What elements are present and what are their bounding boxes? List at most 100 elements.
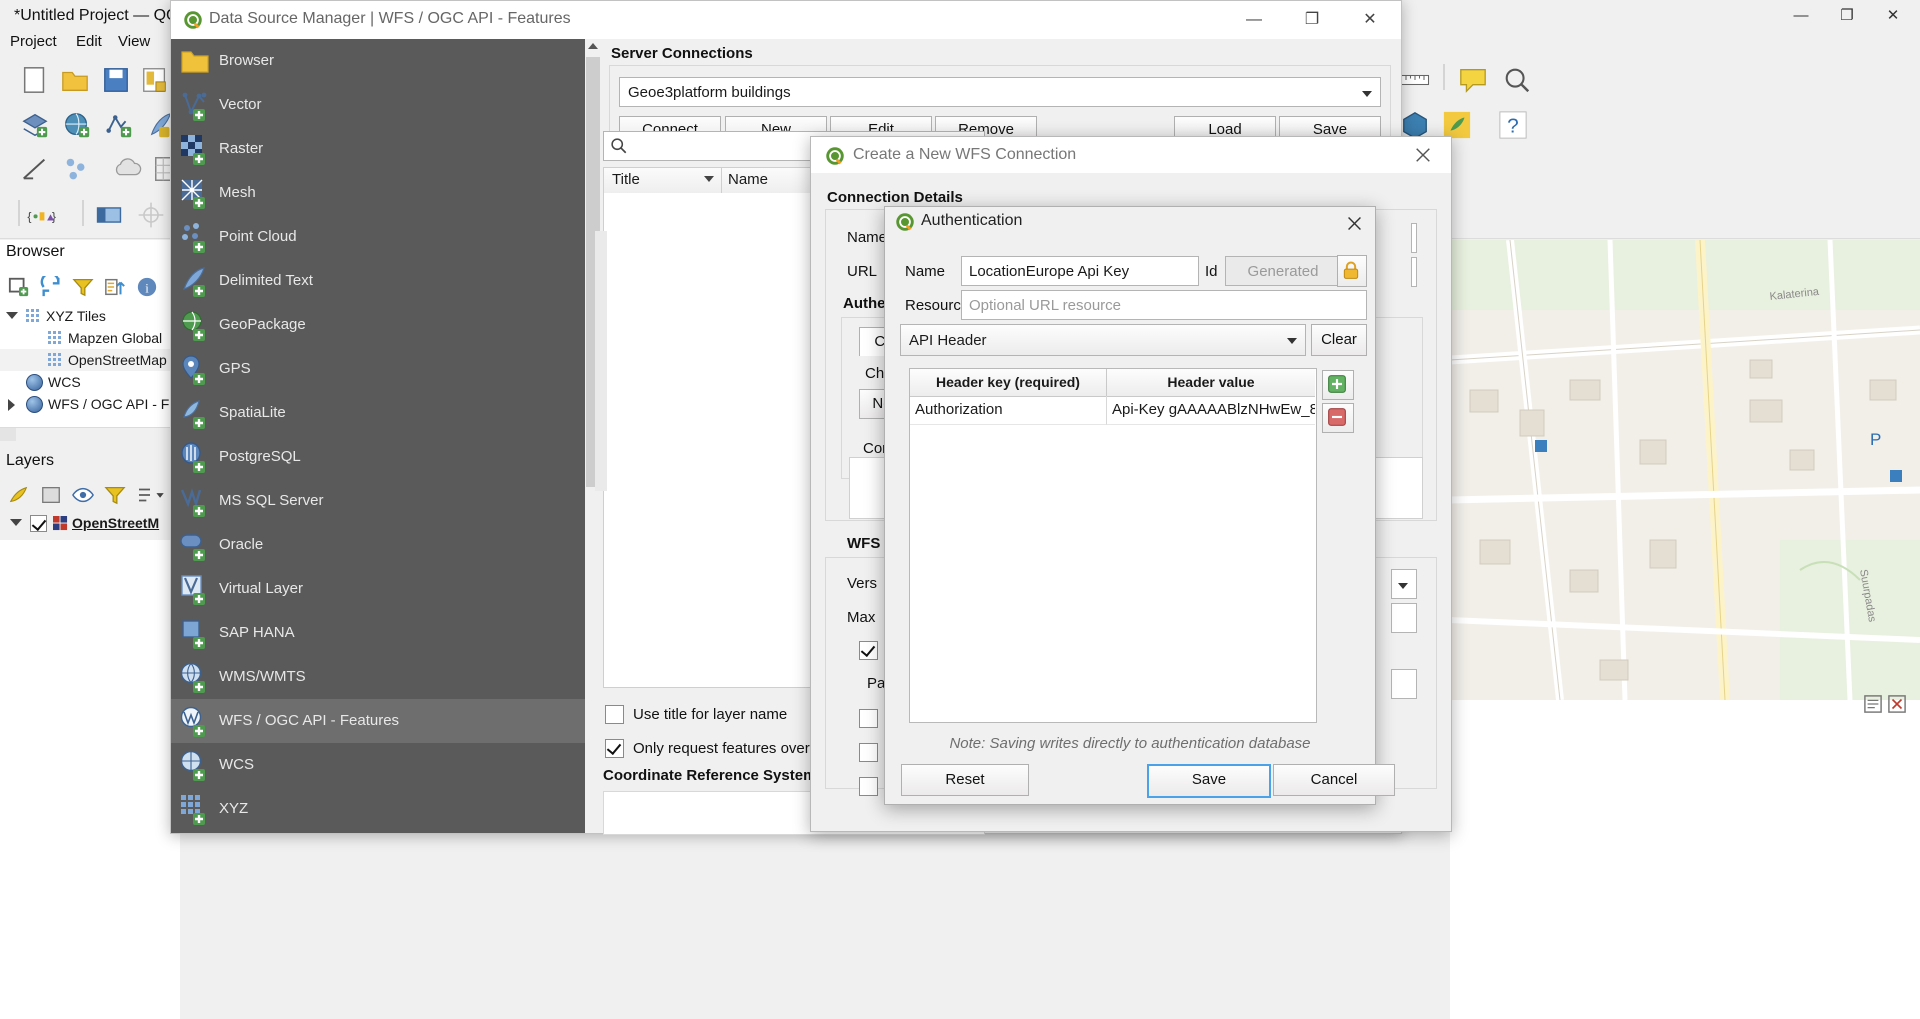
sidebar-item-mssql[interactable]: MS SQL Server (171, 479, 585, 523)
dsm-list-scrollbar[interactable] (595, 231, 607, 491)
map-canvas[interactable]: Kalaterina Suurpadas P (1450, 240, 1920, 700)
visibility-icon[interactable] (72, 484, 94, 506)
remove-row-icon[interactable] (1322, 403, 1354, 433)
dsm-maximize-button[interactable]: ❐ (1283, 1, 1341, 39)
open-project-icon[interactable] (60, 65, 90, 95)
menu-project[interactable]: Project (10, 33, 57, 50)
reset-button[interactable]: Reset (901, 764, 1029, 796)
scroll-up-arrow[interactable] (586, 39, 600, 53)
auth-method-select[interactable]: API Header (900, 324, 1306, 356)
header-value-cell[interactable]: Api-Key gAAAAABlzNHwEw_80N (1107, 396, 1315, 425)
filter-icon[interactable] (72, 276, 94, 298)
url-field[interactable] (1411, 257, 1417, 287)
use-title-checkbox[interactable] (605, 705, 624, 724)
browser-item-mapzen-global[interactable]: Mapzen Global (0, 327, 180, 349)
browser-item-openstreetmap[interactable]: OpenStreetMap (0, 349, 180, 371)
lock-icon[interactable] (1337, 255, 1367, 287)
chevron-right-icon[interactable] (8, 399, 15, 411)
max-features-field[interactable] (1391, 603, 1417, 633)
zoom-select-icon[interactable] (1502, 65, 1532, 95)
header-key-cell[interactable]: Authorization (910, 396, 1107, 425)
column-header-name[interactable]: Name (728, 171, 768, 188)
layer-visibility-checkbox[interactable] (30, 515, 47, 532)
menu-edit[interactable]: Edit (76, 33, 102, 50)
layers-tree[interactable]: OpenStreetM (0, 512, 180, 542)
qgis-minimize-button[interactable]: — (1778, 0, 1824, 32)
browser-item-wcs[interactable]: WCS (0, 371, 180, 393)
column-header-title[interactable]: Title (612, 171, 640, 188)
browser-horizontal-scrollbar[interactable] (0, 427, 180, 442)
wfs-option4-checkbox[interactable] (859, 777, 878, 796)
sidebar-item-vector[interactable]: Vector (171, 83, 585, 127)
filter-legend-icon[interactable] (104, 484, 126, 506)
sidebar-item-wfs-ogc-api-features[interactable]: WFS / OGC API - Features (171, 699, 585, 743)
new-project-icon[interactable] (20, 65, 50, 95)
add-raster-layer-icon[interactable] (62, 110, 92, 140)
close-icon[interactable] (1337, 207, 1371, 239)
save-button[interactable]: Save (1147, 764, 1271, 798)
clear-button[interactable]: Clear (1311, 324, 1367, 356)
add-vector-layer-icon[interactable] (20, 110, 50, 140)
wfs-option1-checkbox[interactable] (859, 641, 878, 660)
sidebar-item-xyz[interactable]: XYZ (171, 787, 585, 831)
headers-table[interactable]: Header key (required) Header value Autho… (909, 368, 1317, 723)
header-key-column[interactable]: Header key (required) (910, 369, 1107, 397)
info-icon[interactable]: i (136, 276, 158, 298)
browser-tree[interactable]: XYZ Tiles Mapzen Global OpenStreetMap WC… (0, 305, 180, 427)
connection-select[interactable]: Geoe3platform buildings (619, 77, 1381, 107)
dsm-close-button[interactable]: ✕ (1341, 1, 1399, 39)
help-icon[interactable]: ? (1498, 110, 1528, 140)
auth-resource-input[interactable]: Optional URL resource (961, 290, 1367, 320)
refresh-icon[interactable] (40, 276, 62, 298)
wfs-option2-checkbox[interactable] (859, 709, 878, 728)
collapse-all-icon[interactable] (104, 276, 126, 298)
add-mesh-layer-icon[interactable] (104, 110, 134, 140)
select-features-icon[interactable] (62, 154, 92, 184)
sidebar-item-oracle[interactable]: Oracle (171, 523, 585, 567)
sidebar-item-delimited-text[interactable]: Delimited Text (171, 259, 585, 303)
panel-toggle-icon[interactable] (94, 200, 124, 230)
browser-item-xyz-tiles[interactable]: XYZ Tiles (0, 305, 180, 327)
save-project-as-icon[interactable] (140, 65, 170, 95)
sidebar-item-wms-wmts[interactable]: WMS/WMTS (171, 655, 585, 699)
chevron-down-icon[interactable] (704, 176, 714, 182)
sidebar-item-mesh[interactable]: Mesh (171, 171, 585, 215)
style-icon[interactable] (8, 484, 30, 506)
scroll-left-arrow[interactable] (0, 428, 16, 441)
add-row-icon[interactable] (1322, 370, 1354, 400)
layer-item-openstreetmap[interactable]: OpenStreetM (0, 512, 180, 534)
header-value-column[interactable]: Header value (1107, 369, 1315, 397)
wfs-option3-checkbox[interactable] (859, 743, 878, 762)
qgis-maximize-button[interactable]: ❐ (1824, 0, 1870, 32)
cancel-button[interactable]: Cancel (1273, 764, 1395, 796)
page-size-field[interactable] (1391, 669, 1417, 699)
cloud-icon[interactable] (112, 154, 142, 184)
sidebar-item-browser[interactable]: Browser (171, 39, 585, 83)
qgis-close-button[interactable]: ✕ (1870, 0, 1916, 32)
map-tips-icon[interactable] (1458, 65, 1488, 95)
sidebar-item-virtual-layer[interactable]: Virtual Layer (171, 567, 585, 611)
dsm-minimize-button[interactable]: — (1225, 1, 1283, 39)
style-manager-icon[interactable]: { } (26, 200, 56, 230)
dsm-sidebar[interactable]: Browser Vector Raster Mesh Point Cloud D… (171, 39, 585, 833)
chevron-down-icon[interactable] (10, 519, 22, 526)
measure-icon[interactable] (1400, 65, 1430, 95)
auth-id-input[interactable]: Generated (1225, 256, 1341, 286)
add-layer-icon[interactable] (8, 276, 30, 298)
measure-line-icon[interactable] (20, 154, 50, 184)
add-group-icon[interactable] (40, 484, 62, 506)
close-messages-icon[interactable] (1888, 695, 1906, 713)
sidebar-item-wcs[interactable]: WCS (171, 743, 585, 787)
sidebar-item-postgresql[interactable]: PostgreSQL (171, 435, 585, 479)
messages-icon[interactable] (1864, 695, 1882, 713)
menu-view[interactable]: View (118, 33, 150, 50)
only-overlapping-checkbox[interactable] (605, 739, 624, 758)
chevron-down-icon[interactable] (6, 312, 18, 319)
close-icon[interactable] (1403, 137, 1443, 173)
sidebar-item-spatialite[interactable]: SpatiaLite (171, 391, 585, 435)
sidebar-item-geopackage[interactable]: GeoPackage (171, 303, 585, 347)
sidebar-item-raster[interactable]: Raster (171, 127, 585, 171)
sidebar-item-point-cloud[interactable]: Point Cloud (171, 215, 585, 259)
save-project-icon[interactable] (101, 65, 131, 95)
browser-item-wfs[interactable]: WFS / OGC API - F (0, 393, 180, 415)
